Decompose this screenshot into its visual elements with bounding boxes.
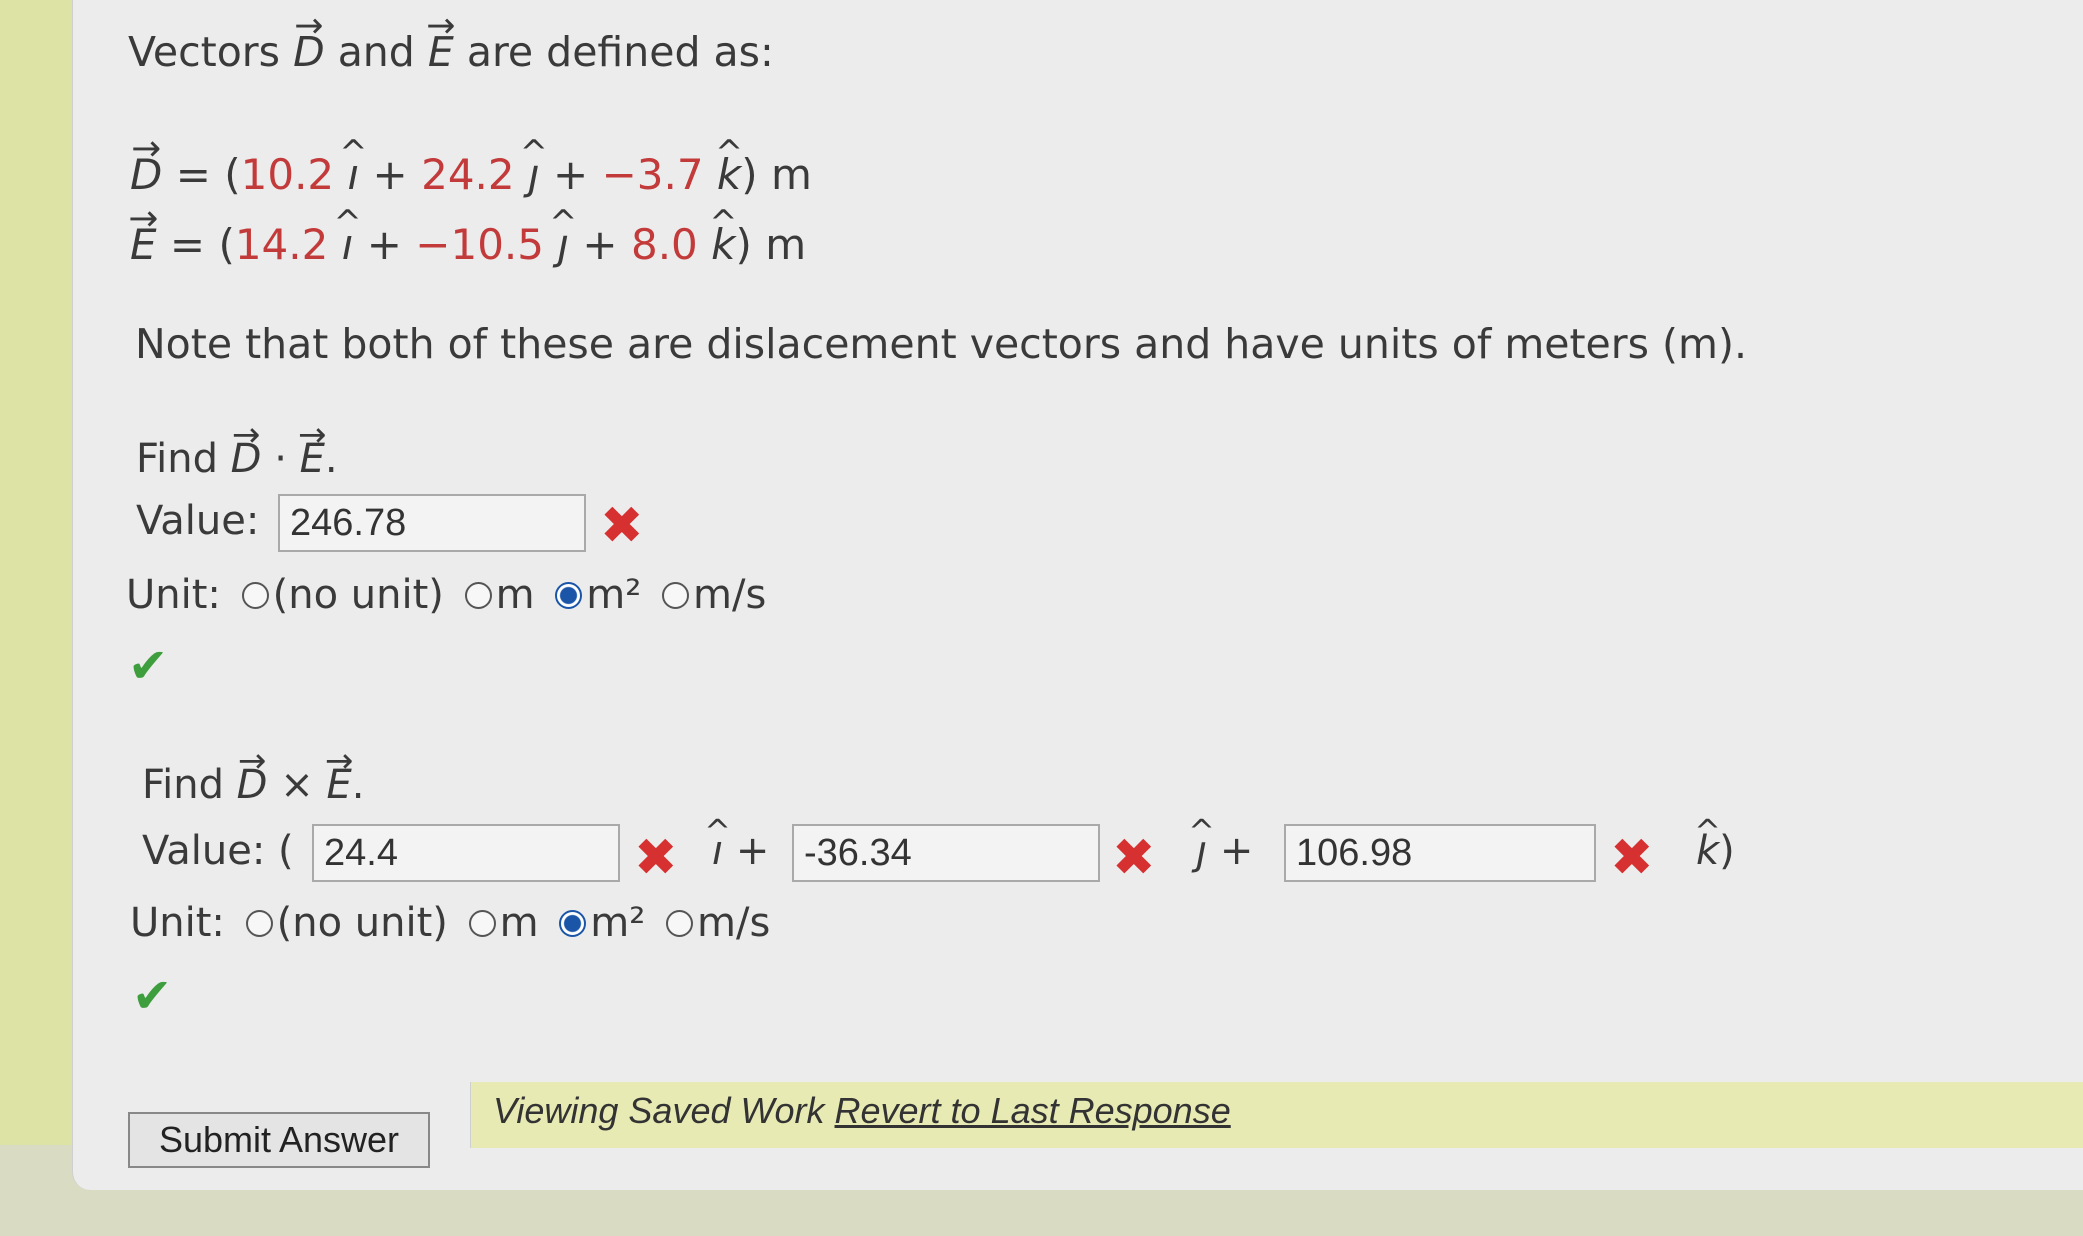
q2-value-label: Value: (	[142, 828, 294, 874]
period: .	[324, 436, 338, 482]
cross-operator: ×	[280, 762, 314, 808]
q2-k-incorrect-icon: ✖	[1610, 828, 1654, 888]
q1-value-input[interactable]: 246.78	[278, 494, 586, 552]
q1-option-no-unit: (no unit)	[272, 572, 444, 618]
q2-option-m2: m²	[590, 900, 646, 946]
q2-find-label: Find	[142, 762, 224, 808]
q2-correct-check-icon: ✔	[132, 968, 173, 1024]
q1-option-m: m	[495, 572, 535, 618]
q2-k-component-input[interactable]: 106.98	[1284, 824, 1596, 882]
q2-j-component-input[interactable]: -36.34	[792, 824, 1100, 882]
viewing-saved-work-text: Viewing Saved Work	[493, 1090, 825, 1131]
q2-unit-row: Unit: (no unit) m m² m/s	[130, 900, 770, 946]
q2-j-incorrect-icon: ✖	[1112, 828, 1156, 888]
vector-d-j: 24.2	[421, 150, 515, 199]
q2-k-hat-close: k)	[1696, 828, 1735, 874]
q1-prompt: Find D · E.	[136, 436, 338, 482]
i-hat: ı	[712, 828, 723, 874]
q2-radio-m2-selected[interactable]	[559, 910, 587, 937]
q1-unit-row: Unit: (no unit) m m² m/s	[126, 572, 766, 618]
dot-operator: ·	[274, 436, 287, 482]
vector-e-k: 8.0	[630, 220, 698, 269]
q2-i-component-input[interactable]: 24.4	[312, 824, 620, 882]
k-hat: k	[1696, 828, 1719, 874]
q1-incorrect-icon: ✖	[600, 496, 644, 556]
k-hat: k	[711, 220, 735, 269]
q1-radio-m-per-s[interactable]	[662, 582, 689, 609]
i-hat: ı	[342, 220, 354, 269]
q1-radio-m[interactable]	[464, 582, 492, 609]
vector-e-definition: E = (14.2 ı + −10.5 ȷ + 8.0 k) m	[130, 220, 806, 269]
intro-suffix: are defined as:	[466, 28, 774, 76]
q2-vector-d: D	[237, 762, 268, 808]
q1-vector-d: D	[231, 436, 262, 482]
note-text: Note that both of these are dislacement …	[135, 320, 1747, 368]
q2-option-m: m	[499, 900, 539, 946]
period: .	[351, 762, 365, 808]
intro-text: Vectors D and E are defined as:	[128, 28, 774, 76]
vector-e-j: −10.5	[415, 220, 545, 269]
vector-d-i: 10.2	[240, 150, 335, 199]
q2-radio-m-per-s[interactable]	[666, 910, 693, 937]
q2-radio-no-unit[interactable]	[245, 910, 273, 937]
vector-d-unit: m	[771, 150, 812, 199]
vector-e-i: 14.2	[234, 220, 329, 269]
close-paren: )	[741, 150, 758, 199]
plus: +	[372, 150, 408, 199]
saved-work-banner: Viewing Saved Work Revert to Last Respon…	[470, 1082, 2083, 1148]
q2-i-incorrect-icon: ✖	[634, 828, 678, 888]
revert-to-last-response-link[interactable]: Revert to Last Response	[835, 1090, 1231, 1131]
banner-text-wrap: Viewing Saved Work Revert to Last Respon…	[493, 1090, 1231, 1132]
vector-e-unit: m	[765, 220, 807, 269]
q2-vector-e: E	[326, 762, 351, 808]
vector-e-name: E	[130, 220, 157, 269]
j-hat: ȷ	[528, 150, 540, 199]
q1-option-m-per-s: m/s	[693, 572, 767, 618]
plus: +	[735, 828, 770, 874]
submit-answer-button[interactable]: Submit Answer	[128, 1112, 430, 1168]
vector-d-symbol: D	[293, 28, 325, 76]
q2-i-hat-plus: ı +	[712, 828, 769, 874]
q1-find-label: Find	[136, 436, 218, 482]
plus: +	[582, 220, 618, 269]
plus: +	[553, 150, 589, 199]
j-hat: ȷ	[557, 220, 569, 269]
j-hat: ȷ	[1196, 828, 1207, 874]
q2-prompt: Find D × E.	[142, 762, 364, 808]
q2-option-no-unit: (no unit)	[276, 900, 448, 946]
q1-vector-e: E	[300, 436, 325, 482]
q1-radio-no-unit[interactable]	[241, 582, 269, 609]
q1-unit-label: Unit:	[126, 572, 221, 618]
plus: +	[366, 220, 402, 269]
vector-d-name: D	[130, 150, 162, 199]
vector-d-definition: D = (10.2 ı + 24.2 ȷ + −3.7 k) m	[130, 150, 812, 199]
q1-option-m2: m²	[586, 572, 642, 618]
q2-radio-m[interactable]	[468, 910, 496, 937]
q2-option-m-per-s: m/s	[697, 900, 771, 946]
close-paren: )	[735, 220, 752, 269]
vector-e-symbol: E	[428, 28, 454, 76]
left-margin-strip	[0, 0, 80, 1145]
k-hat: k	[717, 150, 741, 199]
intro-and: and	[337, 28, 415, 76]
close-paren: )	[1719, 828, 1735, 874]
q2-unit-label: Unit:	[130, 900, 225, 946]
vector-d-k: −3.7	[601, 150, 704, 199]
i-hat: ı	[348, 150, 360, 199]
plus: +	[1219, 828, 1254, 874]
q1-correct-check-icon: ✔	[128, 638, 169, 694]
q1-value-label: Value:	[136, 498, 260, 544]
intro-prefix: Vectors	[128, 28, 281, 76]
q1-radio-m2-selected[interactable]	[555, 582, 583, 609]
q2-j-hat-plus: ȷ +	[1196, 828, 1253, 874]
